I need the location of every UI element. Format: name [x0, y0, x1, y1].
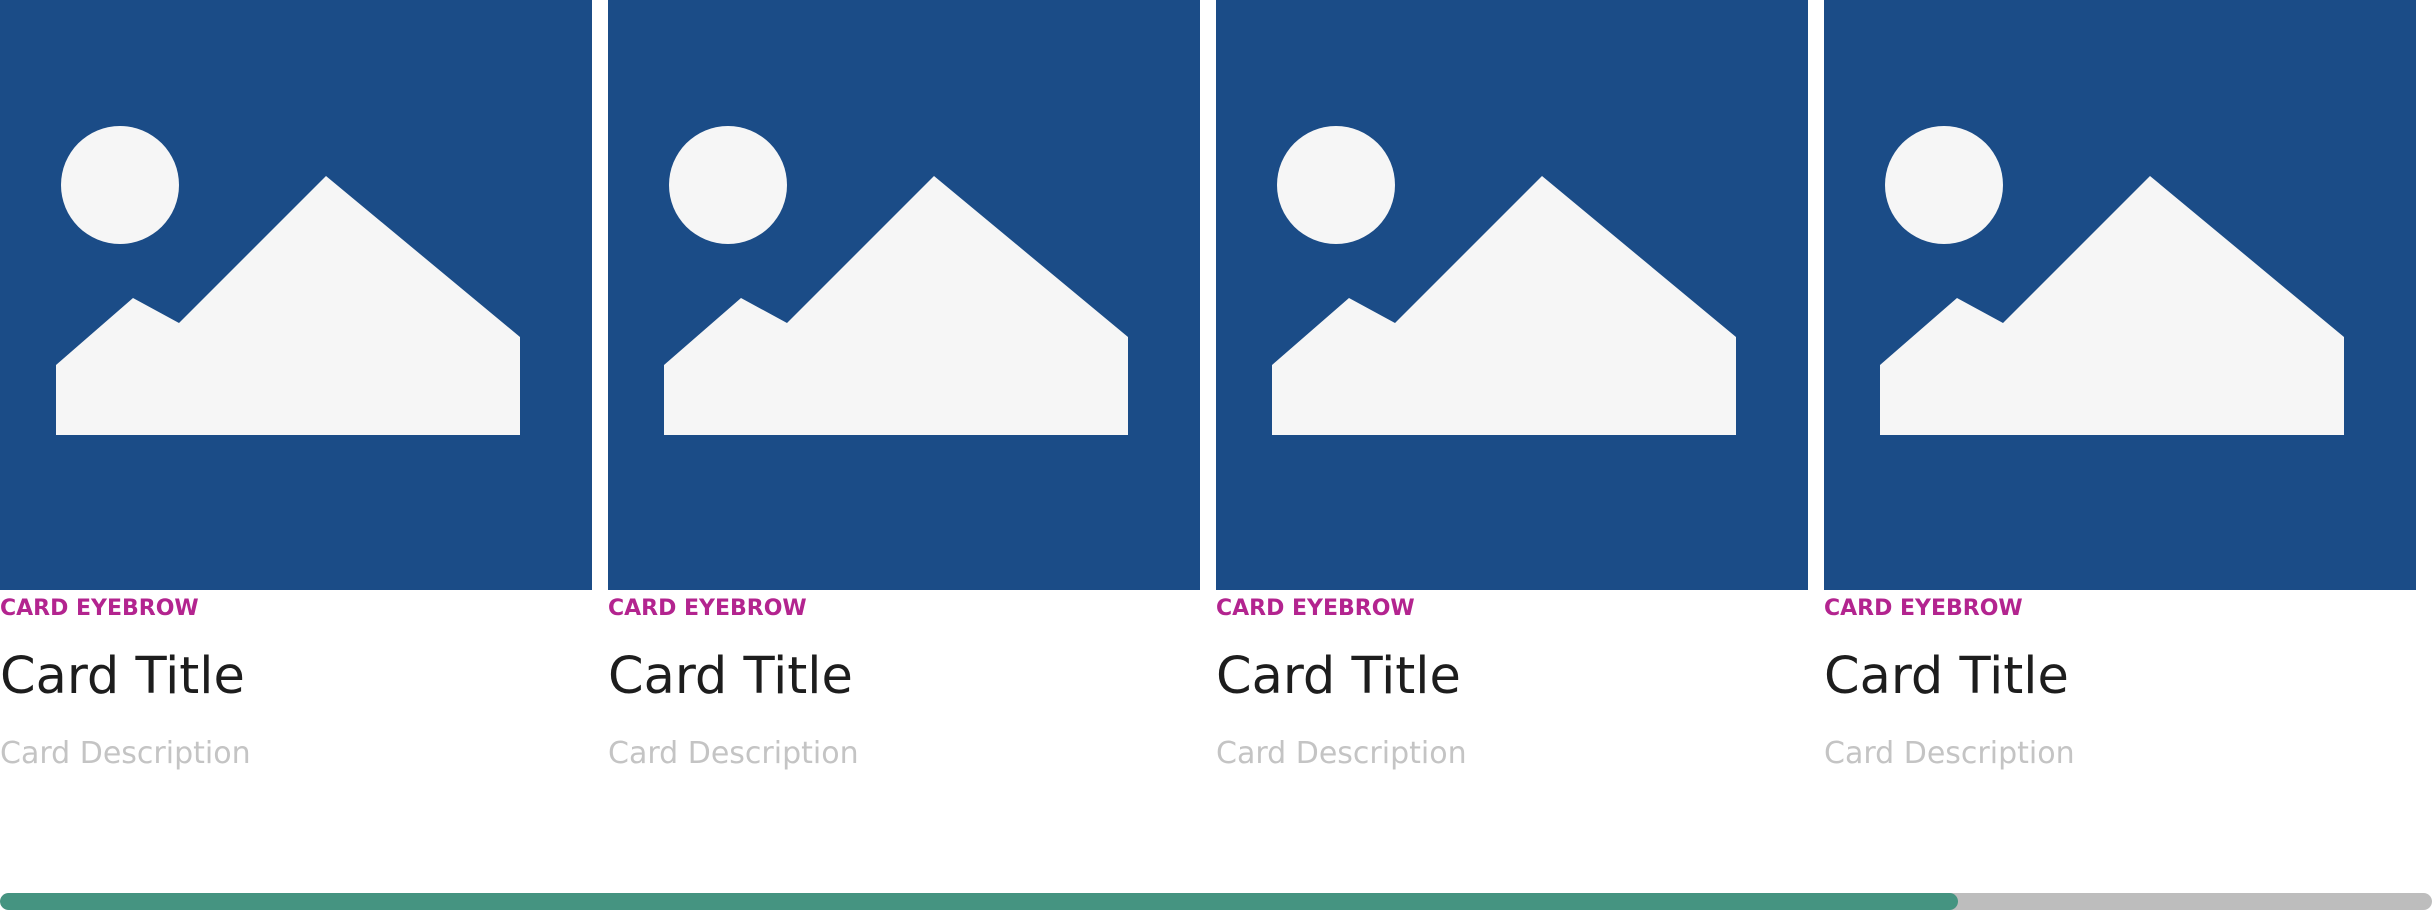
card-image — [608, 0, 1200, 590]
card-carousel: CARD EYEBROW Card Title Card Description… — [0, 0, 2432, 911]
card-title: Card Title — [1824, 647, 2069, 706]
card-image — [0, 0, 592, 590]
card-2[interactable]: CARD EYEBROW Card Title Card Description — [608, 0, 1200, 772]
card-3[interactable]: CARD EYEBROW Card Title Card Description — [1216, 0, 1808, 772]
image-placeholder-icon — [56, 126, 520, 435]
scrollbar-thumb[interactable] — [0, 893, 1958, 910]
card-image — [1216, 0, 1808, 590]
card-description: Card Description — [1824, 736, 2075, 771]
card-description: Card Description — [0, 736, 251, 771]
card-eyebrow: CARD EYEBROW — [1216, 596, 1415, 621]
card-description: Card Description — [608, 736, 859, 771]
carousel-scrollbar[interactable] — [0, 893, 2432, 910]
card-eyebrow: CARD EYEBROW — [1824, 596, 2023, 621]
card-image — [1824, 0, 2416, 590]
card-eyebrow: CARD EYEBROW — [608, 596, 807, 621]
image-placeholder-icon — [664, 126, 1128, 435]
card-title: Card Title — [0, 647, 245, 706]
image-placeholder-icon — [1272, 126, 1736, 435]
card-description: Card Description — [1216, 736, 1467, 771]
card-track: CARD EYEBROW Card Title Card Description… — [0, 0, 2432, 840]
card-4[interactable]: CARD EYEBROW Card Title Card Description — [1824, 0, 2416, 772]
card-eyebrow: CARD EYEBROW — [0, 596, 199, 621]
image-placeholder-icon — [1880, 126, 2344, 435]
card-title: Card Title — [1216, 647, 1461, 706]
card-1[interactable]: CARD EYEBROW Card Title Card Description — [0, 0, 592, 772]
card-title: Card Title — [608, 647, 853, 706]
